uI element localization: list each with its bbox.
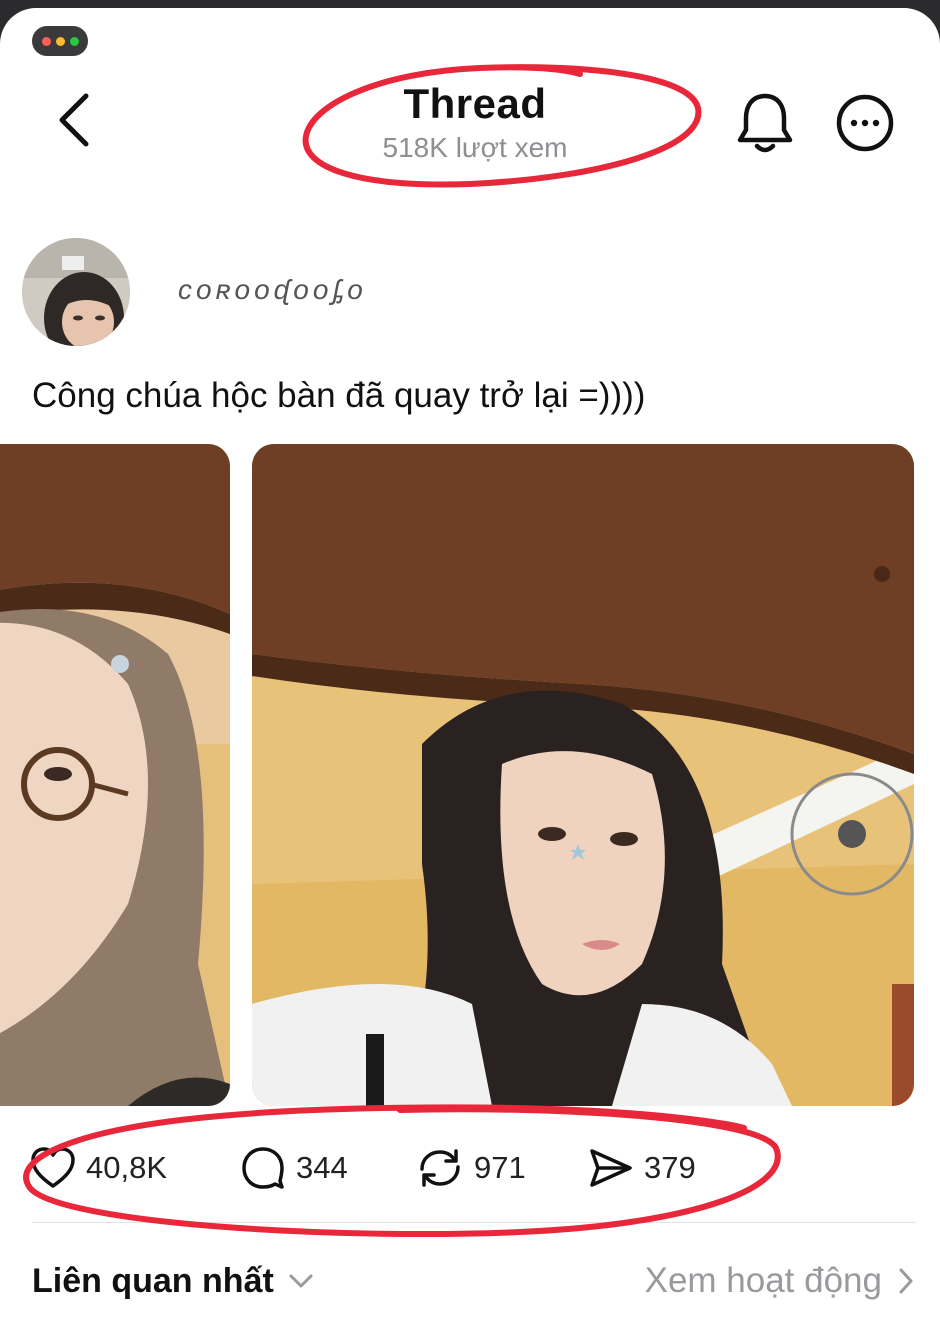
more-options-button[interactable] bbox=[834, 92, 896, 154]
heart-icon bbox=[31, 1147, 75, 1188]
post-actions: 40,8K 344 971 379 bbox=[0, 1138, 940, 1198]
view-activity-link[interactable]: Xem hoạt động bbox=[645, 1256, 914, 1306]
bell-icon bbox=[737, 93, 793, 153]
avatar[interactable] bbox=[22, 238, 130, 346]
username[interactable]: ᴄᴏʀᴏᴏᶑᴏᴏᶋᴏ bbox=[178, 274, 367, 306]
post-text: Công chúa hộc bàn đã quay trở lại =)))) bbox=[32, 376, 646, 415]
close-dot[interactable] bbox=[41, 36, 51, 46]
post-photo-1[interactable] bbox=[0, 444, 230, 1106]
repost-button[interactable]: 971 bbox=[416, 1138, 526, 1198]
app-screen: Thread 518K lượt xem ᴄᴏʀᴏᴏᶑᴏᴏᶋᴏ Công chú… bbox=[0, 8, 940, 1319]
like-button[interactable]: 40,8K bbox=[30, 1138, 167, 1198]
avatar-image bbox=[22, 238, 130, 346]
comment-icon bbox=[242, 1147, 284, 1189]
notifications-button[interactable] bbox=[734, 90, 796, 156]
header-title-block: Thread 518K lượt xem bbox=[300, 80, 650, 164]
comment-button[interactable]: 344 bbox=[240, 1138, 348, 1198]
post-photo-2[interactable] bbox=[252, 444, 914, 1106]
chevron-left-icon bbox=[59, 93, 89, 147]
chevron-down-icon bbox=[289, 1274, 313, 1288]
chevron-right-icon bbox=[899, 1268, 913, 1294]
window-controls[interactable] bbox=[32, 26, 88, 56]
divider bbox=[32, 1222, 916, 1223]
more-circle-icon bbox=[836, 94, 894, 152]
sort-label: Liên quan nhất bbox=[32, 1261, 274, 1300]
like-count: 40,8K bbox=[86, 1150, 168, 1185]
page-title: Thread bbox=[403, 80, 547, 127]
comment-count: 344 bbox=[296, 1150, 348, 1185]
sort-dropdown[interactable]: Liên quan nhất bbox=[32, 1256, 314, 1306]
repost-icon bbox=[420, 1149, 460, 1187]
send-icon bbox=[590, 1149, 632, 1187]
share-button[interactable]: 379 bbox=[588, 1138, 696, 1198]
repost-count: 971 bbox=[474, 1150, 526, 1185]
share-count: 379 bbox=[644, 1150, 696, 1185]
photo-2-image bbox=[252, 444, 914, 1106]
minimize-dot[interactable] bbox=[55, 36, 65, 46]
back-button[interactable] bbox=[52, 88, 102, 152]
view-count: 518K lượt xem bbox=[382, 132, 568, 163]
view-activity-label: Xem hoạt động bbox=[644, 1261, 882, 1300]
zoom-dot[interactable] bbox=[69, 36, 79, 46]
photo-1-image bbox=[0, 444, 230, 1106]
